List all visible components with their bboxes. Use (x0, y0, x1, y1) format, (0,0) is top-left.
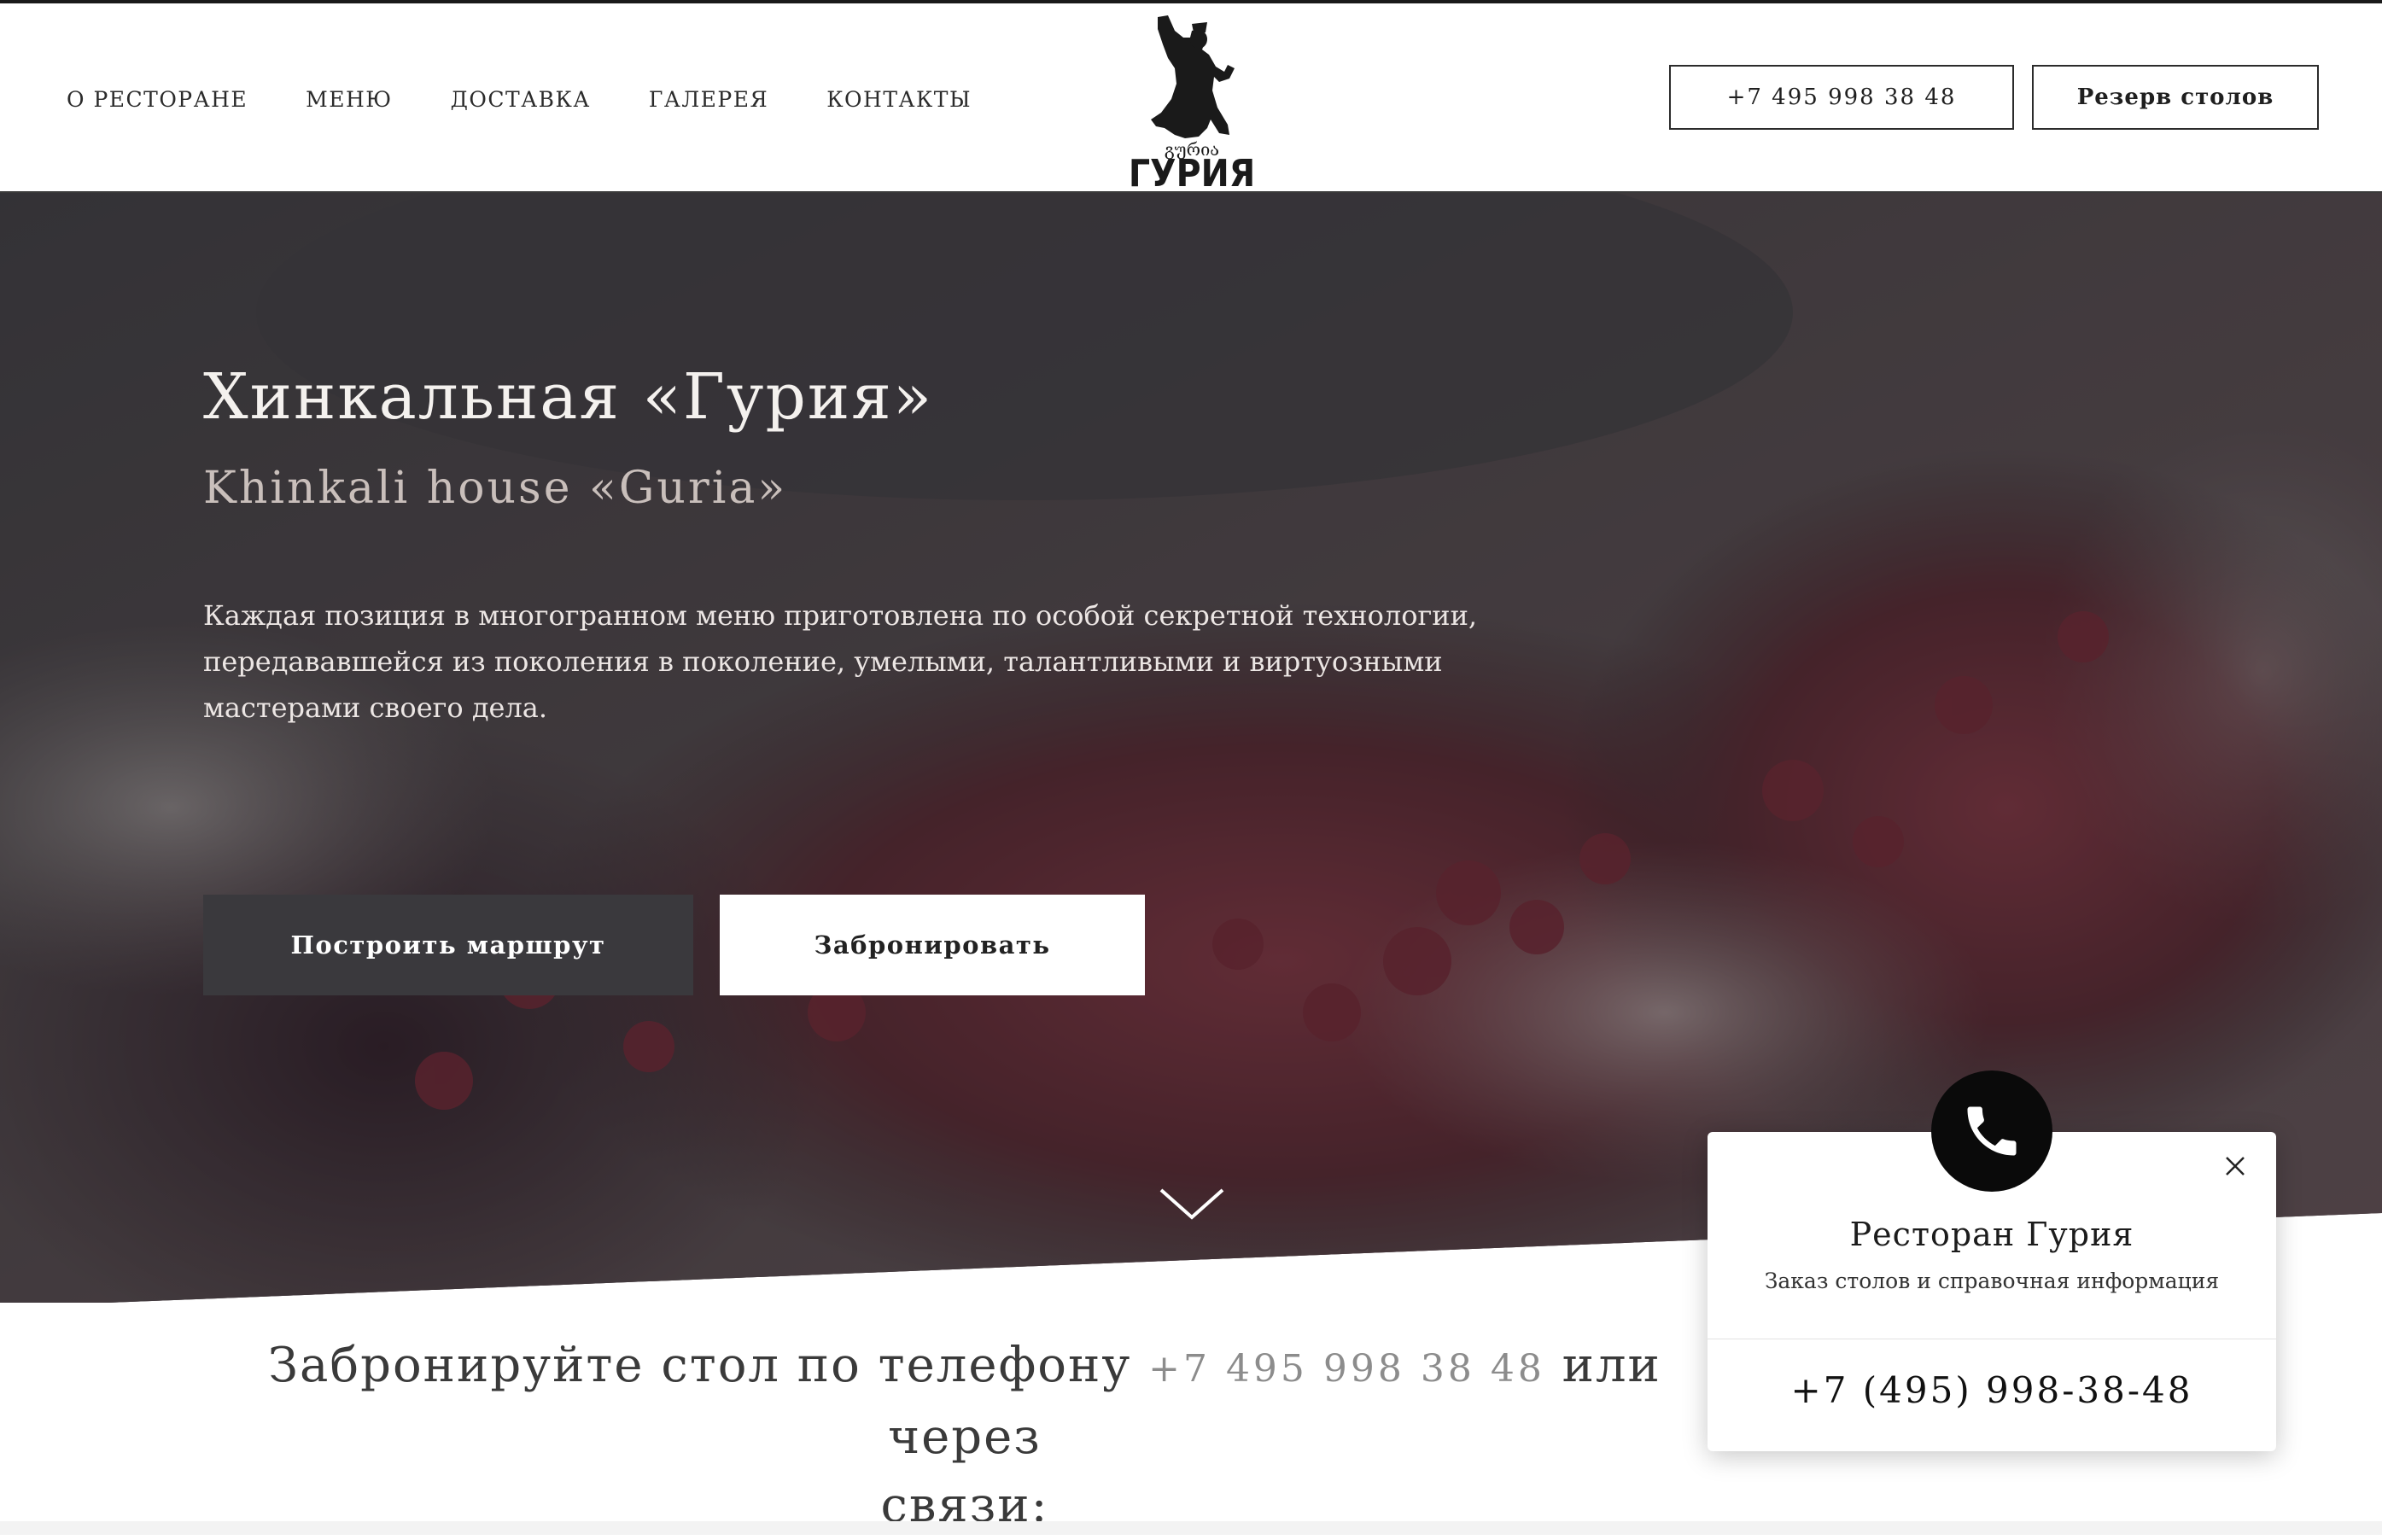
book-button[interactable]: Забронировать (720, 895, 1145, 995)
nav-item-gallery[interactable]: ГАЛЕРЕЯ (649, 87, 768, 112)
reserve-tables-button[interactable]: Резерв столов (2032, 65, 2319, 130)
hero-title: Хинкальная «Гурия» (203, 360, 934, 434)
main-nav: О РЕСТОРАНЕ МЕНЮ ДОСТАВКА ГАЛЕРЕЯ КОНТАК… (67, 87, 1030, 112)
logo[interactable]: გურია ГУРИЯ (1124, 12, 1260, 195)
booking-text-before: Забронируйте стол по телефону (268, 1338, 1149, 1393)
site-header: О РЕСТОРАНЕ МЕНЮ ДОСТАВКА ГАЛЕРЕЯ КОНТАК… (0, 3, 2382, 195)
widget-phone-link[interactable]: +7 (495) 998-38-48 (1708, 1369, 2276, 1411)
widget-title: Ресторан Гурия (1849, 1216, 2134, 1253)
build-route-button[interactable]: Построить маршрут (203, 895, 693, 995)
widget-description: Заказ столов и справочная информация (1764, 1269, 2220, 1293)
header-phone-button[interactable]: +7 495 998 38 48 (1669, 65, 2014, 130)
nav-item-contacts[interactable]: КОНТАКТЫ (826, 87, 972, 112)
nav-item-about[interactable]: О РЕСТОРАНЕ (67, 87, 248, 112)
bottom-section-edge (0, 1521, 2382, 1535)
nav-item-menu[interactable]: МЕНЮ (306, 87, 392, 112)
booking-prompt: Забронируйте стол по телефону +7 495 998… (239, 1332, 1690, 1540)
logo-name: ГУРИЯ (1129, 152, 1255, 193)
booking-phone-link[interactable]: +7 495 998 38 48 (1148, 1347, 1545, 1391)
phone-icon[interactable] (1931, 1070, 2052, 1192)
logo-dancer-icon: გურია ГУРИЯ (1129, 15, 1255, 195)
chevron-down-icon[interactable] (1158, 1185, 1226, 1222)
nav-item-delivery[interactable]: ДОСТАВКА (451, 87, 591, 112)
hero-description: Каждая позиция в многогранном меню приго… (203, 599, 1478, 724)
hero-subtitle: Khinkali house «Guria» (203, 463, 788, 514)
close-icon[interactable] (2223, 1154, 2247, 1178)
callback-widget: Ресторан Гурия Заказ столов и справочная… (1708, 1070, 2276, 1451)
